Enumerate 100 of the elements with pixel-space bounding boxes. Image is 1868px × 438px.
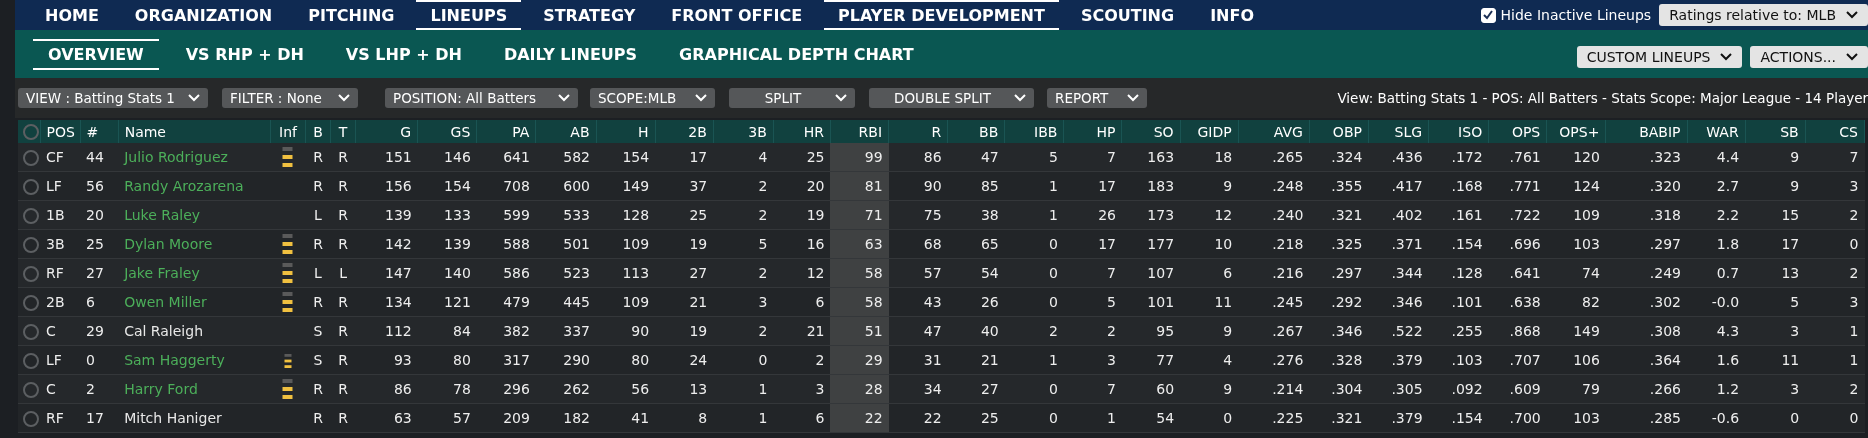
table-cell: 382: [503, 323, 530, 339]
table-cell: .304: [1331, 381, 1363, 397]
column-header[interactable]: GIDP: [1180, 120, 1239, 143]
player-name[interactable]: Dylan Moore: [124, 236, 213, 252]
column-header[interactable]: RBI: [830, 120, 889, 143]
table-cell: .154: [1451, 410, 1483, 426]
table-cell: 501: [563, 236, 591, 252]
column-header[interactable]: #: [80, 120, 119, 143]
table-cell: 2.7: [1716, 178, 1740, 194]
column-header[interactable]: CS: [1805, 120, 1865, 143]
table-cell: 2: [1849, 207, 1859, 223]
table-cell: 1: [758, 410, 768, 426]
sub-tab[interactable]: VS RHP + DH: [170, 38, 319, 70]
player-name[interactable]: Cal Raleigh: [124, 323, 203, 339]
nav-tab[interactable]: ORGANIZATION: [120, 0, 287, 30]
column-header[interactable]: HR: [773, 120, 831, 143]
table-cell: 18: [1214, 149, 1233, 165]
table-cell: 154: [444, 178, 471, 194]
column-header[interactable]: OPS+: [1546, 120, 1606, 143]
column-header[interactable]: G: [355, 120, 418, 143]
table-cell: 27: [86, 265, 104, 281]
table-cell: 17: [689, 149, 708, 165]
nav-tab[interactable]: FRONT OFFICE: [657, 0, 817, 30]
sub-tab[interactable]: DAILY LINEUPS: [488, 38, 653, 70]
column-header[interactable]: IBB: [1004, 120, 1064, 143]
player-name[interactable]: Luke Raley: [124, 207, 201, 223]
filter-dropdown[interactable]: POSITION: All Batters: [385, 88, 578, 108]
radio-button[interactable]: [23, 178, 39, 195]
column-header[interactable]: BABIP: [1605, 120, 1687, 143]
filter-dropdown[interactable]: SCOPE:MLB: [590, 88, 715, 108]
column-header[interactable]: WAR: [1687, 120, 1746, 143]
column-header[interactable]: Name: [118, 120, 271, 143]
player-name[interactable]: Harry Ford: [124, 381, 198, 397]
column-header[interactable]: Inf: [270, 120, 306, 143]
column-header[interactable]: POS: [40, 120, 81, 143]
radio-button[interactable]: [23, 352, 39, 369]
radio-button[interactable]: [23, 149, 39, 166]
column-header[interactable]: ISO: [1428, 120, 1489, 143]
column-header[interactable]: SB: [1745, 120, 1806, 143]
radio-button[interactable]: [23, 410, 39, 427]
column-header[interactable]: OBP: [1309, 120, 1369, 143]
sub-tab[interactable]: VS LHP + DH: [330, 38, 477, 70]
nav-tab[interactable]: SCOUTING: [1066, 0, 1189, 30]
table-cell: 337: [563, 323, 591, 339]
table-cell: 54: [1156, 410, 1175, 426]
column-header[interactable]: OPS: [1488, 120, 1547, 143]
table-cell: .240: [1272, 207, 1304, 223]
chevron-down-icon: [188, 94, 200, 102]
column-header[interactable]: B: [305, 120, 331, 143]
radio-button[interactable]: [23, 236, 39, 253]
player-name[interactable]: Sam Haggerty: [124, 352, 225, 368]
table-cell: 109: [622, 294, 650, 310]
table-cell: .346: [1331, 323, 1363, 339]
player-name[interactable]: Mitch Haniger: [124, 410, 222, 426]
action-dropdown[interactable]: CUSTOM LINEUPS: [1576, 46, 1743, 68]
column-header[interactable]: GS: [417, 120, 477, 143]
column-header[interactable]: R: [888, 120, 948, 143]
action-dropdown[interactable]: ACTIONS...: [1750, 46, 1868, 68]
column-header[interactable]: AB: [535, 120, 597, 143]
table-cell: R: [338, 149, 348, 165]
table-cell: 54: [980, 265, 999, 281]
table-cell: 641: [503, 149, 530, 165]
column-header[interactable]: H: [596, 120, 656, 143]
column-header[interactable]: 2B: [655, 120, 714, 143]
column-header[interactable]: AVG: [1238, 120, 1310, 143]
column-header[interactable]: SLG: [1368, 120, 1429, 143]
column-header[interactable]: PA: [476, 120, 536, 143]
filter-dropdown[interactable]: FILTER : None: [222, 88, 358, 108]
column-header[interactable]: 3B: [713, 120, 774, 143]
ratings-dropdown[interactable]: Ratings relative to: MLB: [1659, 4, 1868, 26]
player-name[interactable]: Jake Fraley: [124, 265, 200, 281]
player-name[interactable]: Owen Miller: [124, 294, 207, 310]
table-cell: 0: [1048, 294, 1058, 310]
nav-tab[interactable]: INFO: [1196, 0, 1268, 30]
radio-button[interactable]: [23, 323, 39, 340]
radio-button[interactable]: [23, 294, 39, 311]
radio-button[interactable]: [22, 124, 39, 140]
player-name[interactable]: Randy Arozarena: [124, 178, 244, 194]
summary-text: View: Batting Stats 1 - POS: All Batters - Stats Scope: Major League - 14 Player: [1337, 90, 1868, 106]
radio-button[interactable]: [23, 265, 39, 282]
column-header[interactable]: T: [330, 120, 356, 143]
radio-button[interactable]: [23, 207, 39, 224]
player-name[interactable]: Julio Rodriguez: [124, 149, 228, 165]
nav-tab[interactable]: STRATEGY: [529, 0, 650, 30]
column-header[interactable]: SO: [1122, 120, 1181, 143]
nav-tab[interactable]: PITCHING: [294, 0, 409, 30]
filter-dropdown[interactable]: SPLIT: [729, 88, 855, 108]
nav-tab[interactable]: HOME: [31, 0, 113, 30]
column-header[interactable]: HP: [1063, 120, 1122, 143]
filter-dropdown[interactable]: REPORT: [1047, 88, 1147, 108]
table-cell: 2B: [46, 294, 65, 310]
table-cell: R: [313, 236, 323, 252]
filter-dropdown[interactable]: DOUBLE SPLIT: [869, 88, 1034, 108]
column-header[interactable]: BB: [947, 120, 1005, 143]
sub-tab[interactable]: OVERVIEW: [33, 38, 159, 70]
filter-dropdown[interactable]: VIEW : Batting Stats 1: [18, 88, 208, 108]
radio-button[interactable]: [23, 381, 39, 398]
sub-tab[interactable]: GRAPHICAL DEPTH CHART: [664, 38, 929, 70]
table-cell: .276: [1272, 352, 1304, 368]
checkbox[interactable]: [1480, 7, 1496, 23]
